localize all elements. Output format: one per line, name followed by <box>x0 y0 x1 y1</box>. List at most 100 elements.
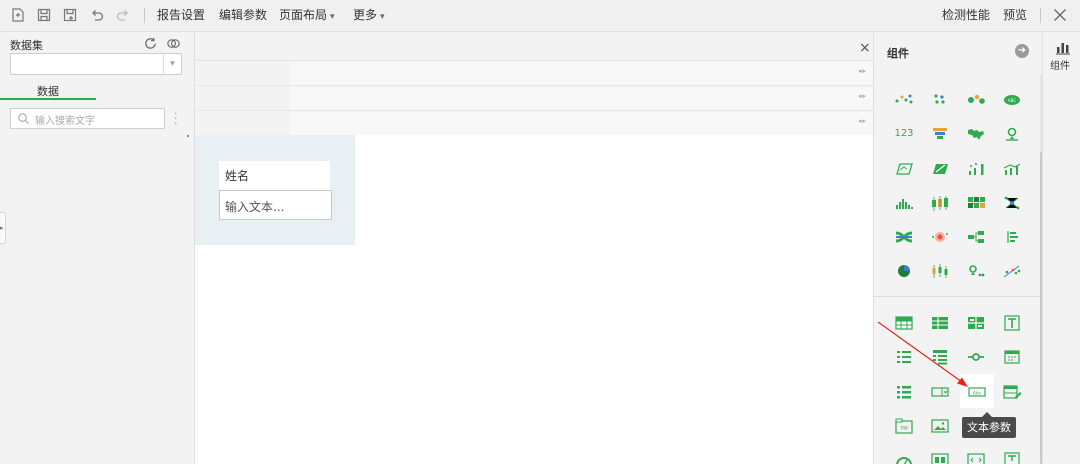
frame-icon[interactable] <box>929 451 951 464</box>
report-settings-button[interactable]: 报告设置 <box>157 8 205 23</box>
dataset-panel: 数据集 ▾ 数据 输入搜索文字 · · · ▸ <box>0 32 195 464</box>
arrow-right-icon[interactable]: ➜ <box>1015 44 1029 58</box>
chevron-down-icon: ▾ <box>163 54 181 74</box>
column-line-icon[interactable] <box>1001 160 1023 178</box>
bar-line-combo-icon[interactable] <box>965 160 987 178</box>
more-options-icon[interactable]: · · · <box>174 108 178 129</box>
component-tooltip: 文本参数 <box>962 412 1016 438</box>
component-panel-title: 组件 <box>887 47 909 60</box>
embed-code-icon[interactable] <box>965 451 987 464</box>
location-scatter-icon[interactable] <box>965 262 987 280</box>
save-as-icon[interactable] <box>61 6 79 24</box>
close-icon[interactable] <box>1051 6 1069 24</box>
cross-table-icon[interactable] <box>965 314 987 332</box>
gantt-icon[interactable] <box>1001 228 1023 246</box>
edit-params-button[interactable]: 编辑参数 <box>219 8 267 23</box>
text-input[interactable]: 输入文本... <box>219 190 332 220</box>
bar-chart-icon[interactable] <box>1055 41 1071 55</box>
page-layout-label: 页面布局 <box>279 8 328 22</box>
top-toolbar: 报告设置 编辑参数 页面布局 ▾ 更多 ▾ 检测性能 预览 <box>0 0 1080 32</box>
number-card-icon[interactable]: 123 <box>893 125 915 143</box>
report-canvas[interactable]: 姓名 输入文本... <box>195 135 873 464</box>
more-menu[interactable]: 更多 ▾ <box>353 8 385 25</box>
word-cloud-icon[interactable]: ABC <box>1001 90 1023 108</box>
gauge-icon[interactable] <box>893 451 915 464</box>
refresh-icon[interactable] <box>143 36 159 52</box>
sankey-chart-icon[interactable] <box>893 228 915 246</box>
list-table-icon[interactable] <box>893 348 915 366</box>
search-icon <box>17 112 30 125</box>
tab-container-icon[interactable]: TAB <box>893 417 915 435</box>
param-row: ◂▸ <box>195 61 873 86</box>
toolbar-divider <box>144 8 145 23</box>
tree-list-icon[interactable] <box>929 348 951 366</box>
area-map-icon[interactable] <box>893 160 915 178</box>
param-row: ◂▸ <box>195 111 873 136</box>
trend-scatter-icon[interactable] <box>1001 262 1023 280</box>
new-report-icon[interactable] <box>9 6 27 24</box>
dataset-title: 数据集 <box>10 39 43 52</box>
date-param-icon[interactable] <box>1001 348 1023 366</box>
funnel-chart-icon[interactable] <box>929 125 951 143</box>
param-cell[interactable] <box>290 112 873 135</box>
check-performance-button[interactable]: 检测性能 <box>942 8 990 23</box>
report-block-icon[interactable] <box>1001 451 1023 464</box>
dropdown-param-icon[interactable] <box>929 383 951 401</box>
redo-icon[interactable] <box>114 6 132 24</box>
parameter-panel: × ◂▸ ◂▸ ◂▸ <box>195 32 873 136</box>
resize-handle <box>187 135 189 137</box>
param-cell[interactable] <box>290 62 873 85</box>
heatmap-icon[interactable] <box>965 194 987 212</box>
chevron-right-icon: ▸ <box>0 224 4 232</box>
scroll-arrows-icon[interactable]: ◂▸ <box>858 67 867 75</box>
preview-button[interactable]: 预览 <box>1003 8 1027 23</box>
more-label: 更多 <box>353 8 378 22</box>
svg-text:ABC: ABC <box>1008 98 1016 103</box>
dataset-link-icon[interactable] <box>166 36 182 52</box>
text-box-icon[interactable] <box>1001 314 1023 332</box>
scatter-chart-icon[interactable] <box>893 90 915 108</box>
network-graph-icon[interactable] <box>1001 194 1023 212</box>
save-icon[interactable] <box>35 6 53 24</box>
param-cell[interactable] <box>290 87 873 110</box>
page-layout-menu[interactable]: 页面布局 ▾ <box>279 8 335 25</box>
box-plot-icon[interactable] <box>929 194 951 212</box>
dataset-select[interactable]: ▾ <box>10 53 182 75</box>
table-icon[interactable] <box>893 314 915 332</box>
widget-label: 姓名 <box>219 161 330 190</box>
search-input[interactable]: 输入搜索文字 <box>10 108 165 129</box>
svg-text:TAB: TAB <box>899 426 908 431</box>
panel-collapse-handle[interactable]: ▸ <box>0 212 6 244</box>
dot-chart-icon[interactable] <box>929 90 951 108</box>
undo-icon[interactable] <box>88 6 106 24</box>
histogram-icon[interactable] <box>893 194 915 212</box>
component-panel: 组件 ➜ ABC 123 Abc TAB <box>873 32 1043 464</box>
list-param-icon[interactable] <box>893 383 915 401</box>
slider-param-icon[interactable] <box>965 348 987 366</box>
search-placeholder: 输入搜索文字 <box>35 116 95 127</box>
svg-text:Abc: Abc <box>973 390 982 396</box>
flow-map-icon[interactable] <box>929 160 951 178</box>
heat-spot-icon[interactable] <box>929 228 951 246</box>
text-param-icon[interactable]: Abc <box>966 383 988 401</box>
toolbar-divider <box>1040 8 1041 23</box>
scroll-arrows-icon[interactable]: ◂▸ <box>858 117 867 125</box>
bubble-chart-icon[interactable] <box>965 90 987 108</box>
world-map-icon[interactable] <box>965 125 987 143</box>
grid-table-icon[interactable] <box>929 314 951 332</box>
image-icon[interactable] <box>929 417 951 435</box>
chevron-down-icon: ▾ <box>380 12 385 22</box>
edit-table-icon[interactable] <box>1001 383 1023 401</box>
chevron-down-icon: ▾ <box>330 12 335 22</box>
tree-chart-icon[interactable] <box>965 228 987 246</box>
right-rail: 组件 <box>1042 32 1080 464</box>
param-row: ◂▸ <box>195 86 873 111</box>
close-icon[interactable]: × <box>859 41 871 55</box>
pie-chart-icon[interactable] <box>893 262 915 280</box>
text-param-widget[interactable]: 姓名 输入文本... <box>195 135 355 245</box>
tab-data[interactable]: 数据 <box>0 83 96 100</box>
scroll-arrows-icon[interactable]: ◂▸ <box>858 92 867 100</box>
map-pin-icon[interactable] <box>1001 125 1023 143</box>
rail-components-label[interactable]: 组件 <box>1050 57 1070 72</box>
candlestick-icon[interactable] <box>929 262 951 280</box>
